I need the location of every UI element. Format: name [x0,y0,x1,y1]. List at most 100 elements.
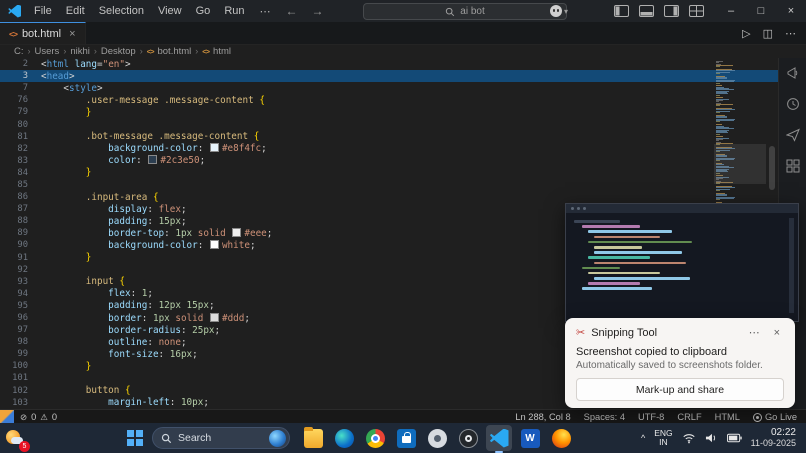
code-line[interactable]: 81 .bot-message .message-content { [0,131,806,143]
toggle-sidebar-icon[interactable] [614,5,629,17]
toggle-panel-icon[interactable] [639,5,654,17]
line-number: 99 [17,349,28,360]
firefox-icon[interactable] [548,425,574,451]
extensions-icon[interactable] [786,159,800,173]
vscode-window: File Edit Selection View Go Run ⋯ ← → ai… [0,0,806,453]
toggle-secondary-sidebar-icon[interactable] [664,5,679,17]
menu-overflow-icon[interactable]: ⋯ [252,5,279,18]
chrome-icon[interactable] [362,425,388,451]
taskbar-search[interactable]: Search [152,427,290,449]
wifi-icon[interactable] [682,432,696,444]
taskbar-clock[interactable]: 02:22 11-09-2025 [751,427,796,449]
code-line[interactable]: 80 [0,118,806,130]
widgets-button[interactable]: 5 [3,426,30,452]
obs-icon[interactable] [455,425,481,451]
maximize-button[interactable]: □ [746,0,776,22]
breadcrumb-nikhi[interactable]: nikhi [70,46,90,57]
code-line[interactable]: 79 } [0,106,806,118]
menu-edit[interactable]: Edit [59,0,92,22]
hidden-icons-button[interactable]: ^ [641,433,645,443]
screenshot-code-lines [566,213,798,300]
code-line[interactable]: 2 <html lang="en"> [0,58,806,70]
breadcrumb-desktop[interactable]: Desktop [101,46,136,57]
language-mode[interactable]: HTML [715,412,740,422]
history-icon[interactable] [786,97,800,111]
screenshot-preview[interactable] [565,203,799,322]
customize-layout-icon[interactable] [689,5,704,17]
minimize-button[interactable]: – [716,0,746,22]
warning-icon: ⚠ [40,411,48,422]
code-line[interactable]: 86 .input-area { [0,191,806,203]
menu-view[interactable]: View [151,0,189,22]
minimap-slider[interactable] [714,144,766,184]
toast-more-icon[interactable]: ⋯ [745,326,764,339]
line-number: 7 [22,83,28,94]
problems-status[interactable]: ⊘ 0 ⚠ 0 [20,412,57,423]
snipping-tool-toast[interactable]: ✂ Snipping Tool ⋯ × Screenshot copied to… [565,318,795,408]
vscode-icon[interactable] [486,425,512,453]
battery-icon[interactable] [726,433,742,443]
command-center-text: ai bot [460,6,485,17]
menu-file[interactable]: File [27,0,59,22]
breadcrumb-separator: › [63,46,67,56]
error-icon: ⊘ [20,411,28,422]
scissors-icon: ✂ [576,327,586,339]
close-button[interactable]: × [776,0,806,22]
toast-app-name: Snipping Tool [591,326,658,339]
snipping-icon[interactable] [424,425,450,451]
more-actions-icon[interactable]: ⋯ [785,27,796,40]
breadcrumb-symbol[interactable]: html [213,46,231,57]
megaphone-icon[interactable] [786,66,800,80]
code-line[interactable]: 83 color: #2c3e50; [0,155,806,167]
command-center-search[interactable]: ai bot [363,3,567,20]
code-line[interactable]: 76 .user-message .message-content { [0,94,806,106]
color-swatch [232,227,242,237]
file-explorer-icon[interactable] [300,425,326,451]
forward-arrow-icon[interactable]: → [305,4,331,18]
breadcrumb-drive[interactable]: C: [14,46,24,57]
volume-icon[interactable] [705,432,718,444]
code-line[interactable]: 84 } [0,167,806,179]
taskbar-apps: W [300,425,574,453]
eol-sequence[interactable]: CRLF [677,412,701,422]
edge-icon[interactable] [331,425,357,451]
breadcrumb-users[interactable]: Users [35,46,60,57]
tab-close-icon[interactable]: × [69,28,75,40]
encoding[interactable]: UTF-8 [638,412,664,422]
go-live-button[interactable]: Go Live [752,412,797,422]
run-file-icon[interactable]: ▷ [742,27,750,40]
store-icon[interactable] [393,425,419,451]
editor-scrollbar[interactable] [769,146,775,190]
start-button[interactable] [127,430,143,446]
remote-indicator-icon[interactable] [0,410,14,424]
copilot-button[interactable]: ▾ [549,5,568,17]
line-number: 81 [17,131,28,142]
split-editor-icon[interactable]: ◫ [763,27,773,40]
menu-run[interactable]: Run [217,0,251,22]
send-icon[interactable] [785,128,800,142]
language-indicator[interactable]: ENG IN [654,429,672,447]
code-line[interactable]: 7 <style> [0,82,806,94]
tab-bot-html[interactable]: <> bot.html × [0,22,86,44]
color-swatch [209,239,219,249]
code-line[interactable]: 85 [0,179,806,191]
menu-go[interactable]: Go [189,0,218,22]
minimap-content [716,58,766,217]
code-line[interactable]: 82 background-color: #e8f4fc; [0,143,806,155]
color-swatch [209,312,219,322]
markup-share-button[interactable]: Mark-up and share [576,378,784,401]
line-number: 95 [17,300,28,311]
line-number: 89 [17,228,28,239]
cursor-position[interactable]: Ln 288, Col 8 [515,412,570,422]
breadcrumb-separator: › [27,46,31,56]
back-arrow-icon[interactable]: ← [279,4,305,18]
word-icon[interactable]: W [517,425,543,451]
html-file-icon: <> [9,28,18,39]
code-symbol-icon: <> [202,46,210,56]
indentation[interactable]: Spaces: 4 [584,412,625,422]
menu-selection[interactable]: Selection [92,0,151,22]
code-line[interactable]: 3 <head> [0,70,806,83]
breadcrumb-file[interactable]: bot.html [157,46,191,57]
status-bar: ⊘ 0 ⚠ 0 Ln 288, Col 8 Spaces: 4 UTF-8 CR… [0,409,806,424]
toast-close-icon[interactable]: × [770,327,784,339]
